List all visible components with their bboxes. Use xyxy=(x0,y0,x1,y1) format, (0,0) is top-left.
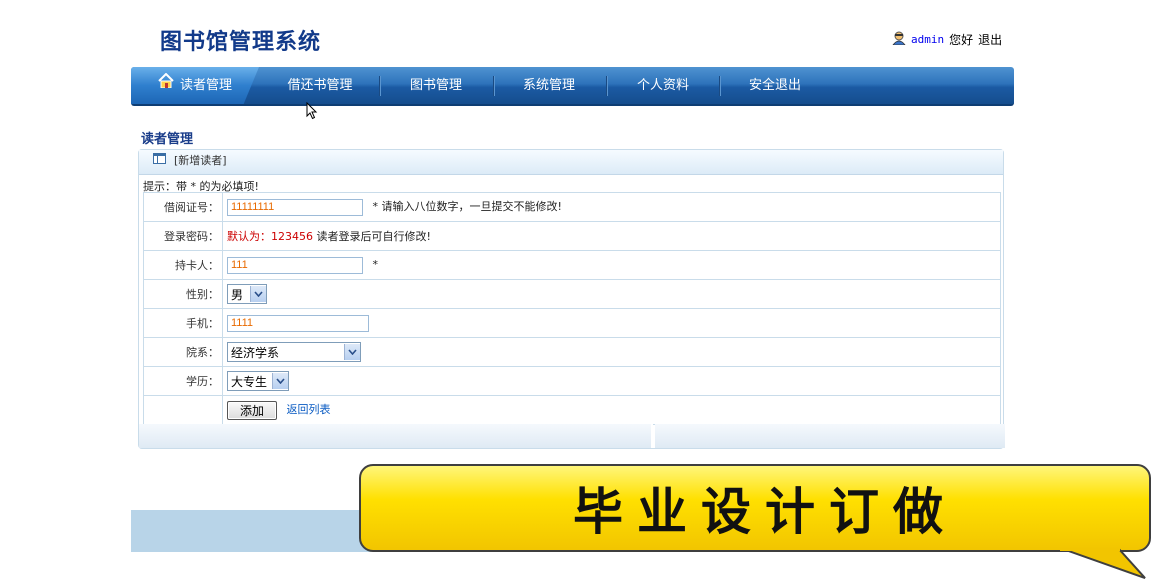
card-no-note: * 请输入八位数字，一旦提交不能修改! xyxy=(372,200,562,214)
field-label: 借阅证号： xyxy=(143,192,223,222)
promo-banner: 毕业设计订做 xyxy=(359,464,1151,552)
nav-item-safe-exit[interactable]: 安全退出 xyxy=(721,67,829,104)
panel-header: [新增读者] xyxy=(139,150,1003,175)
field-label: 持卡人： xyxy=(143,250,223,280)
table-icon xyxy=(153,150,166,172)
form-row-edu: 学历： 大专生 xyxy=(143,366,1001,396)
reader-form: 借阅证号： * 请输入八位数字，一旦提交不能修改! 登录密码： 默认为：1234… xyxy=(143,192,1001,425)
field-label: 性别： xyxy=(143,279,223,309)
form-row-actions: 添加 返回列表 xyxy=(143,395,1001,425)
panel-title: [新增读者] xyxy=(174,154,227,167)
form-row-card-no: 借阅证号： * 请输入八位数字，一旦提交不能修改! xyxy=(143,192,1001,222)
chevron-down-icon xyxy=(250,286,266,302)
chevron-down-icon xyxy=(272,373,288,389)
nav-item-profile[interactable]: 个人资料 xyxy=(608,67,718,104)
mouse-cursor-icon xyxy=(306,101,318,123)
panel-footer-right xyxy=(655,424,1005,448)
education-select[interactable]: 大专生 xyxy=(227,371,289,391)
select-value: 大专生 xyxy=(231,374,268,389)
card-no-input[interactable] xyxy=(227,198,363,216)
add-button[interactable]: 添加 xyxy=(227,400,278,420)
nav-label: 安全退出 xyxy=(748,78,801,93)
nav-item-reader-management[interactable]: 读者管理 xyxy=(131,67,259,104)
nav-label: 读者管理 xyxy=(179,78,232,93)
field-label: 手机： xyxy=(143,308,223,338)
add-reader-panel: [新增读者] 提示：带 * 的为必填项! 借阅证号： * 请输入八位数字，一旦提… xyxy=(138,149,1005,449)
app-title: 图书馆管理系统 xyxy=(160,30,322,55)
gender-select[interactable]: 男 xyxy=(227,284,267,304)
logout-link[interactable]: 退出 xyxy=(978,31,1002,48)
required-star: * xyxy=(372,258,379,271)
section-title: 读者管理 xyxy=(141,132,194,147)
user-box: admin 您好 退出 xyxy=(892,31,1002,48)
form-row-dept: 院系： 经济学系 xyxy=(143,337,1001,367)
nav-item-borrow-return[interactable]: 借还书管理 xyxy=(269,67,371,104)
select-value: 男 xyxy=(231,287,244,302)
phone-input[interactable] xyxy=(227,314,369,332)
greeting: 您好 xyxy=(949,33,974,47)
banner-tail-shape xyxy=(1059,547,1153,583)
form-row-holder: 持卡人： * xyxy=(143,250,1001,280)
password-note: 读者登录后可自行修改! xyxy=(316,230,431,243)
nav-item-book-management[interactable]: 图书管理 xyxy=(381,67,491,104)
chevron-down-icon xyxy=(344,344,360,360)
nav-label: 系统管理 xyxy=(522,78,575,93)
form-row-gender: 性别： 男 xyxy=(143,279,1001,309)
field-label: 院系： xyxy=(143,337,223,367)
select-value: 经济学系 xyxy=(231,345,280,360)
dept-select[interactable]: 经济学系 xyxy=(227,342,361,362)
banner-text: 毕业设计订做 xyxy=(573,483,957,541)
default-password-text: 默认为：123456 xyxy=(227,230,313,243)
nav-label: 图书管理 xyxy=(409,78,462,93)
form-row-password: 登录密码： 默认为：123456 读者登录后可自行修改! xyxy=(143,221,1001,251)
user-avatar-icon xyxy=(892,31,906,48)
holder-input[interactable] xyxy=(227,256,363,274)
main-nav: 读者管理 借还书管理 图书管理 系统管理 个人资料 安全退出 xyxy=(131,67,1014,106)
field-label: 学历： xyxy=(143,366,223,396)
field-label: 登录密码： xyxy=(143,221,223,251)
nav-label: 借还书管理 xyxy=(287,78,353,93)
home-icon xyxy=(158,67,174,103)
nav-item-system-management[interactable]: 系统管理 xyxy=(495,67,603,104)
panel-footer-left xyxy=(139,424,653,448)
form-row-phone: 手机： xyxy=(143,308,1001,338)
back-to-list-link[interactable]: 返回列表 xyxy=(287,403,331,416)
username: admin xyxy=(911,33,945,46)
nav-label: 个人资料 xyxy=(636,78,689,93)
